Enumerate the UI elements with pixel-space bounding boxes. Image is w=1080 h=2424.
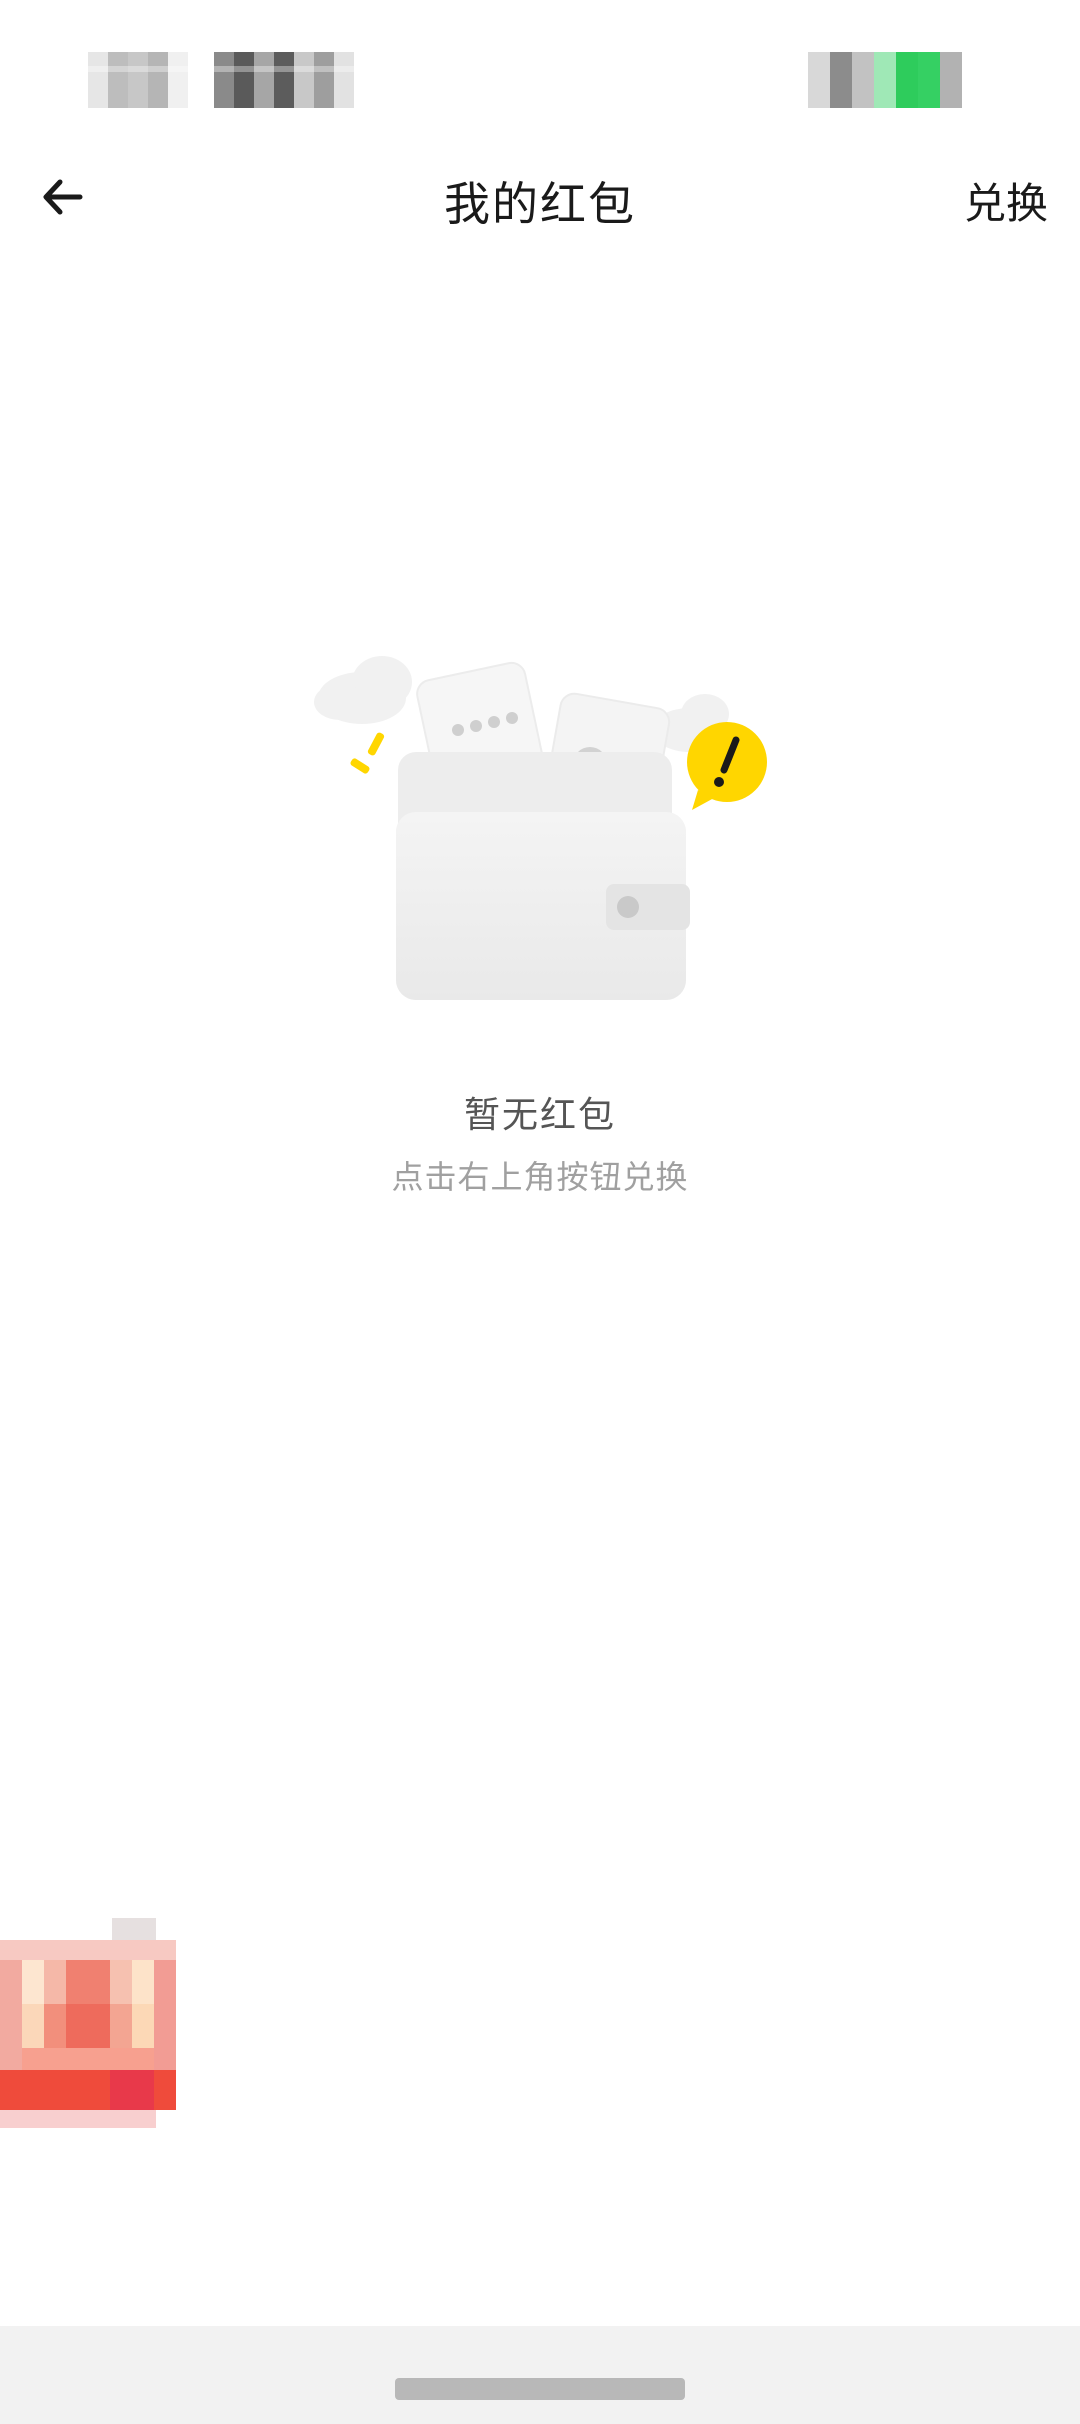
red-packet-icon[interactable] [0, 1918, 176, 2128]
empty-state-title: 暂无红包 [463, 1095, 616, 1136]
page-title: 我的红包 [444, 177, 636, 231]
empty-wallet-icon [314, 656, 767, 1000]
bottom-gesture-bar [0, 2326, 1080, 2424]
navigation-header: 我的红包 兑换 [0, 150, 1080, 240]
status-time-carrier [88, 52, 398, 108]
status-indicators [808, 52, 962, 108]
home-indicator[interactable] [395, 2378, 685, 2400]
exchange-button[interactable]: 兑换 [964, 170, 1048, 231]
empty-state-subtitle: 点击右上角按钮兑换 [391, 1158, 689, 1196]
status-bar [0, 0, 1080, 150]
